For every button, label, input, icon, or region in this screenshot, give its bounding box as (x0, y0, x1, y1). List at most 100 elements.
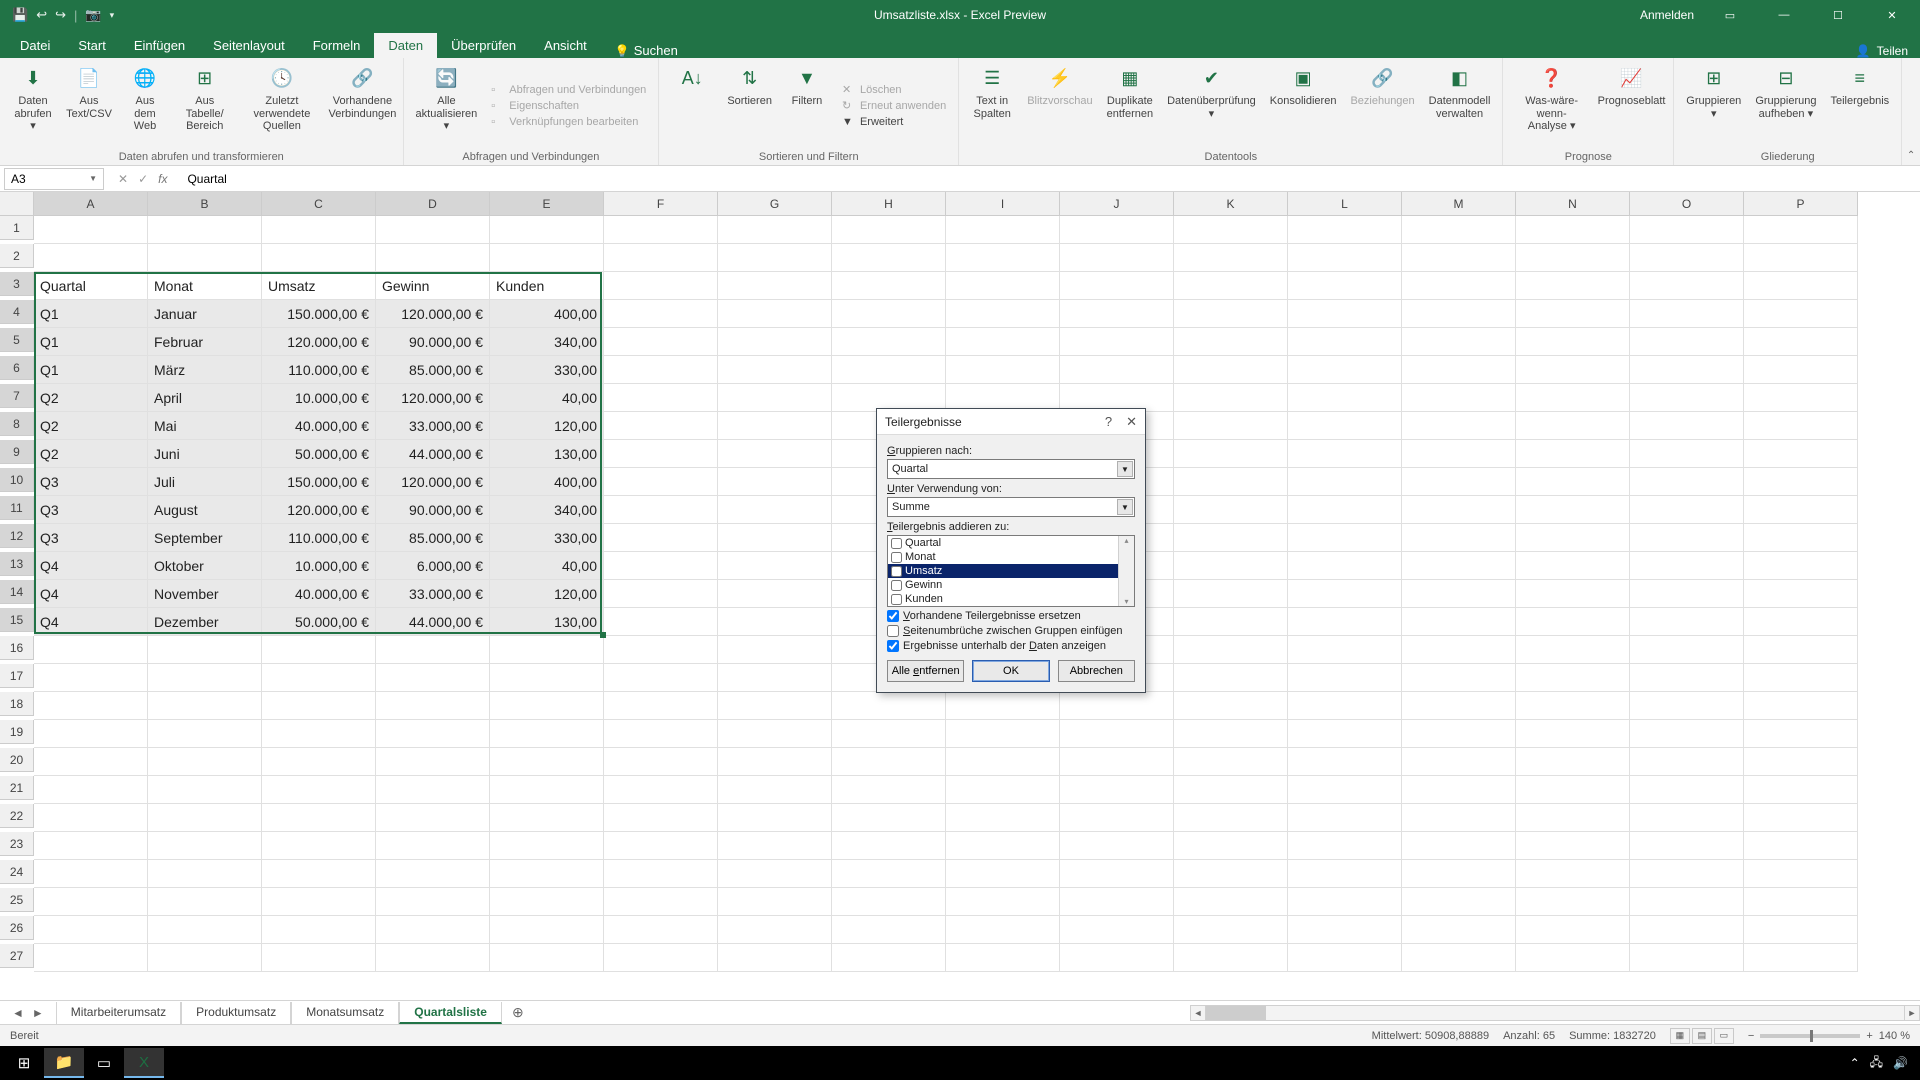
cell[interactable] (1402, 888, 1516, 916)
cell[interactable] (1630, 888, 1744, 916)
cell[interactable] (1174, 720, 1288, 748)
column-header[interactable]: L (1288, 192, 1402, 216)
cell[interactable] (1288, 860, 1402, 888)
cell[interactable] (1744, 552, 1858, 580)
cell[interactable] (718, 356, 832, 384)
cell[interactable] (490, 832, 604, 860)
cell[interactable]: Dezember (148, 608, 262, 636)
cell[interactable]: 90.000,00 € (376, 496, 490, 524)
cell[interactable] (1516, 412, 1630, 440)
cell[interactable] (376, 888, 490, 916)
cell[interactable] (34, 720, 148, 748)
cell[interactable]: Q2 (34, 412, 148, 440)
cell[interactable] (1516, 328, 1630, 356)
cell[interactable] (1174, 944, 1288, 972)
horizontal-scrollbar[interactable]: ◄ ► (1190, 1005, 1920, 1021)
row-header[interactable]: 8 (0, 412, 34, 436)
cell[interactable] (262, 860, 376, 888)
cell[interactable] (1744, 664, 1858, 692)
menu-tab-datei[interactable]: Datei (6, 33, 64, 58)
cell[interactable] (34, 636, 148, 664)
cell[interactable] (1744, 608, 1858, 636)
cell[interactable] (718, 608, 832, 636)
cell[interactable] (1060, 748, 1174, 776)
cell[interactable]: 40.000,00 € (262, 412, 376, 440)
cell[interactable] (1288, 888, 1402, 916)
field-item[interactable]: Quartal (888, 536, 1134, 550)
cell[interactable]: 120,00 (490, 412, 604, 440)
cell[interactable] (148, 692, 262, 720)
cell[interactable] (1174, 440, 1288, 468)
cell[interactable] (148, 832, 262, 860)
field-item[interactable]: Gewinn (888, 578, 1134, 592)
cell[interactable] (604, 776, 718, 804)
cell[interactable] (718, 692, 832, 720)
cell[interactable] (1630, 300, 1744, 328)
ribbon-button[interactable]: ▣Konsolidieren (1266, 62, 1341, 149)
cell[interactable] (34, 804, 148, 832)
cell[interactable] (1630, 720, 1744, 748)
cell[interactable]: Monat (148, 272, 262, 300)
cell[interactable] (1516, 300, 1630, 328)
cell[interactable] (490, 748, 604, 776)
column-header[interactable]: N (1516, 192, 1630, 216)
cell[interactable] (1174, 300, 1288, 328)
row-header[interactable]: 14 (0, 580, 34, 604)
cell[interactable] (1744, 244, 1858, 272)
cell[interactable] (718, 636, 832, 664)
cell[interactable]: November (148, 580, 262, 608)
cell[interactable] (1288, 300, 1402, 328)
cell[interactable] (1402, 692, 1516, 720)
cell[interactable]: Gewinn (376, 272, 490, 300)
cell[interactable] (1516, 552, 1630, 580)
cell[interactable]: 10.000,00 € (262, 384, 376, 412)
cell[interactable] (1174, 776, 1288, 804)
cell[interactable] (832, 804, 946, 832)
cell[interactable] (1630, 552, 1744, 580)
cell[interactable] (718, 860, 832, 888)
column-header[interactable]: B (148, 192, 262, 216)
cell[interactable] (1288, 412, 1402, 440)
cell[interactable] (1630, 860, 1744, 888)
formula-content[interactable]: Quartal (181, 172, 226, 186)
cell[interactable] (1402, 328, 1516, 356)
cell[interactable] (1630, 580, 1744, 608)
cell[interactable] (490, 860, 604, 888)
sheet-tab[interactable]: Quartalsliste (399, 1002, 502, 1024)
cell[interactable] (490, 244, 604, 272)
column-header[interactable]: F (604, 192, 718, 216)
cell[interactable] (1060, 272, 1174, 300)
cell[interactable] (832, 328, 946, 356)
ribbon-list-item[interactable]: ▼Erweitert (842, 115, 946, 129)
camera-icon[interactable]: 📷 (85, 7, 101, 23)
cell[interactable] (490, 216, 604, 244)
cell[interactable] (34, 944, 148, 972)
cell[interactable] (34, 216, 148, 244)
ribbon-button[interactable]: 📄Aus Text/CSV (64, 62, 114, 149)
cell[interactable] (604, 244, 718, 272)
cell[interactable] (1288, 496, 1402, 524)
cell[interactable] (1060, 888, 1174, 916)
cell[interactable] (718, 328, 832, 356)
cell[interactable]: Q3 (34, 524, 148, 552)
signin-link[interactable]: Anmelden (1640, 8, 1694, 22)
cell[interactable] (946, 804, 1060, 832)
cell[interactable] (1630, 384, 1744, 412)
zoom-slider[interactable] (1760, 1034, 1860, 1038)
field-checkbox[interactable] (891, 552, 902, 563)
cell[interactable] (490, 720, 604, 748)
cell[interactable] (148, 888, 262, 916)
cell[interactable] (1402, 832, 1516, 860)
cell[interactable]: 44.000,00 € (376, 608, 490, 636)
cell[interactable] (1630, 244, 1744, 272)
cell[interactable] (1744, 916, 1858, 944)
view-pagebreak-icon[interactable]: ▭ (1714, 1028, 1734, 1044)
row-header[interactable]: 7 (0, 384, 34, 408)
menu-tab-einfügen[interactable]: Einfügen (120, 33, 199, 58)
column-header[interactable]: D (376, 192, 490, 216)
cell[interactable] (1516, 580, 1630, 608)
cell[interactable] (1516, 748, 1630, 776)
column-header[interactable]: P (1744, 192, 1858, 216)
cell[interactable] (1516, 776, 1630, 804)
cell[interactable] (1630, 412, 1744, 440)
